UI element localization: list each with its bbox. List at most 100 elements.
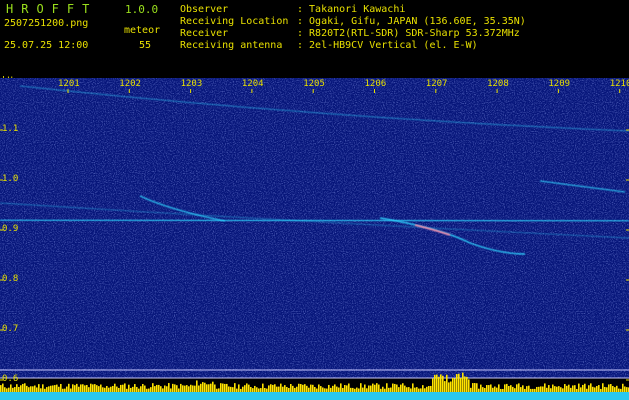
activity-bar [150, 387, 152, 392]
activity-bar [146, 388, 148, 392]
activity-bar [410, 388, 412, 392]
activity-bar [304, 384, 306, 392]
activity-bar [4, 387, 6, 392]
activity-bar [368, 385, 370, 392]
activity-bar [130, 387, 132, 392]
activity-bar [124, 383, 126, 392]
activity-bar [2, 383, 4, 392]
activity-bar [596, 386, 598, 392]
activity-bar [474, 383, 476, 392]
activity-bar [350, 387, 352, 392]
activity-bar [168, 383, 170, 392]
activity-bar [488, 385, 490, 392]
activity-bar [616, 385, 618, 392]
location-value: : Ogaki, Gifu, JAPAN (136.60E, 35.35N) [297, 16, 526, 27]
activity-bar [522, 385, 524, 392]
activity-bar [308, 387, 310, 392]
activity-bar [480, 384, 482, 392]
activity-bar [20, 385, 22, 392]
activity-bar [270, 384, 272, 392]
activity-bar [496, 387, 498, 392]
activity-bar [428, 385, 430, 392]
activity-bar [506, 383, 508, 392]
activity-bar [618, 388, 620, 392]
activity-bar [406, 387, 408, 392]
activity-bar [272, 384, 274, 392]
activity-bar [134, 384, 136, 392]
activity-bar [386, 383, 388, 392]
activity-bar [508, 385, 510, 392]
activity-bar [504, 384, 506, 392]
activity-bar [216, 388, 218, 392]
time-tick-label: 1210 [609, 79, 629, 89]
activity-bar [230, 386, 232, 392]
activity-bar [390, 387, 392, 392]
activity-bar [342, 387, 344, 392]
time-tick-label: 1203 [180, 79, 203, 89]
activity-bar [214, 384, 216, 392]
activity-bar [104, 387, 106, 392]
activity-bar [518, 383, 520, 392]
freq-tick-label: 0.7 [2, 324, 19, 334]
activity-bar [280, 383, 282, 392]
activity-bar [108, 387, 110, 392]
activity-bar [38, 384, 40, 392]
activity-bar [322, 387, 324, 392]
freq-tick-label: 0.8 [2, 274, 19, 284]
activity-bar [52, 385, 54, 392]
freq-tick-label: 1.1 [2, 124, 19, 134]
activity-bar [460, 377, 462, 392]
activity-bar [196, 380, 198, 392]
activity-bar [464, 376, 466, 392]
activity-bar [560, 387, 562, 392]
activity-bar [478, 388, 480, 392]
freq-tick-label: 0.6 [2, 374, 19, 384]
activity-bar [48, 386, 50, 392]
activity-bar [310, 384, 312, 392]
activity-bar [224, 383, 226, 392]
activity-bar [316, 388, 318, 392]
activity-bar [544, 383, 546, 392]
activity-bar [198, 385, 200, 392]
activity-bar [50, 385, 52, 392]
activity-bar [620, 388, 622, 392]
activity-bar [582, 384, 584, 392]
activity-bar [10, 384, 12, 392]
time-tick-label: 1202 [119, 79, 141, 89]
activity-bar [154, 386, 156, 392]
activity-bar [614, 387, 616, 392]
activity-bar [218, 388, 220, 392]
activity-bar [128, 384, 130, 392]
activity-bar [100, 384, 102, 392]
activity-bar [510, 385, 512, 392]
activity-bar [624, 386, 626, 392]
activity-bar [512, 386, 514, 392]
activity-bar [42, 384, 44, 392]
activity-bar [246, 383, 248, 392]
activity-bar [382, 386, 384, 392]
activity-bar [92, 384, 94, 392]
activity-bar [40, 388, 42, 392]
activity-bar [176, 385, 178, 392]
activity-bar [34, 385, 36, 392]
activity-bar [536, 386, 538, 392]
activity-bar [102, 387, 104, 392]
activity-bar [378, 384, 380, 392]
activity-bar [210, 383, 212, 392]
activity-bar [32, 386, 34, 392]
activity-bar [22, 383, 24, 392]
freq-tick-label: 1.0 [2, 174, 19, 184]
activity-bar [594, 387, 596, 392]
activity-bar [98, 386, 100, 392]
activity-bar [456, 374, 458, 392]
activity-bar [234, 383, 236, 392]
activity-bar [200, 383, 202, 392]
activity-bar [572, 385, 574, 392]
activity-bar [222, 383, 224, 392]
activity-bar [276, 386, 278, 392]
activity-bar [262, 383, 264, 392]
activity-bar [264, 388, 266, 392]
activity-bar [416, 387, 418, 392]
activity-bar [538, 386, 540, 392]
activity-bar [600, 388, 602, 392]
